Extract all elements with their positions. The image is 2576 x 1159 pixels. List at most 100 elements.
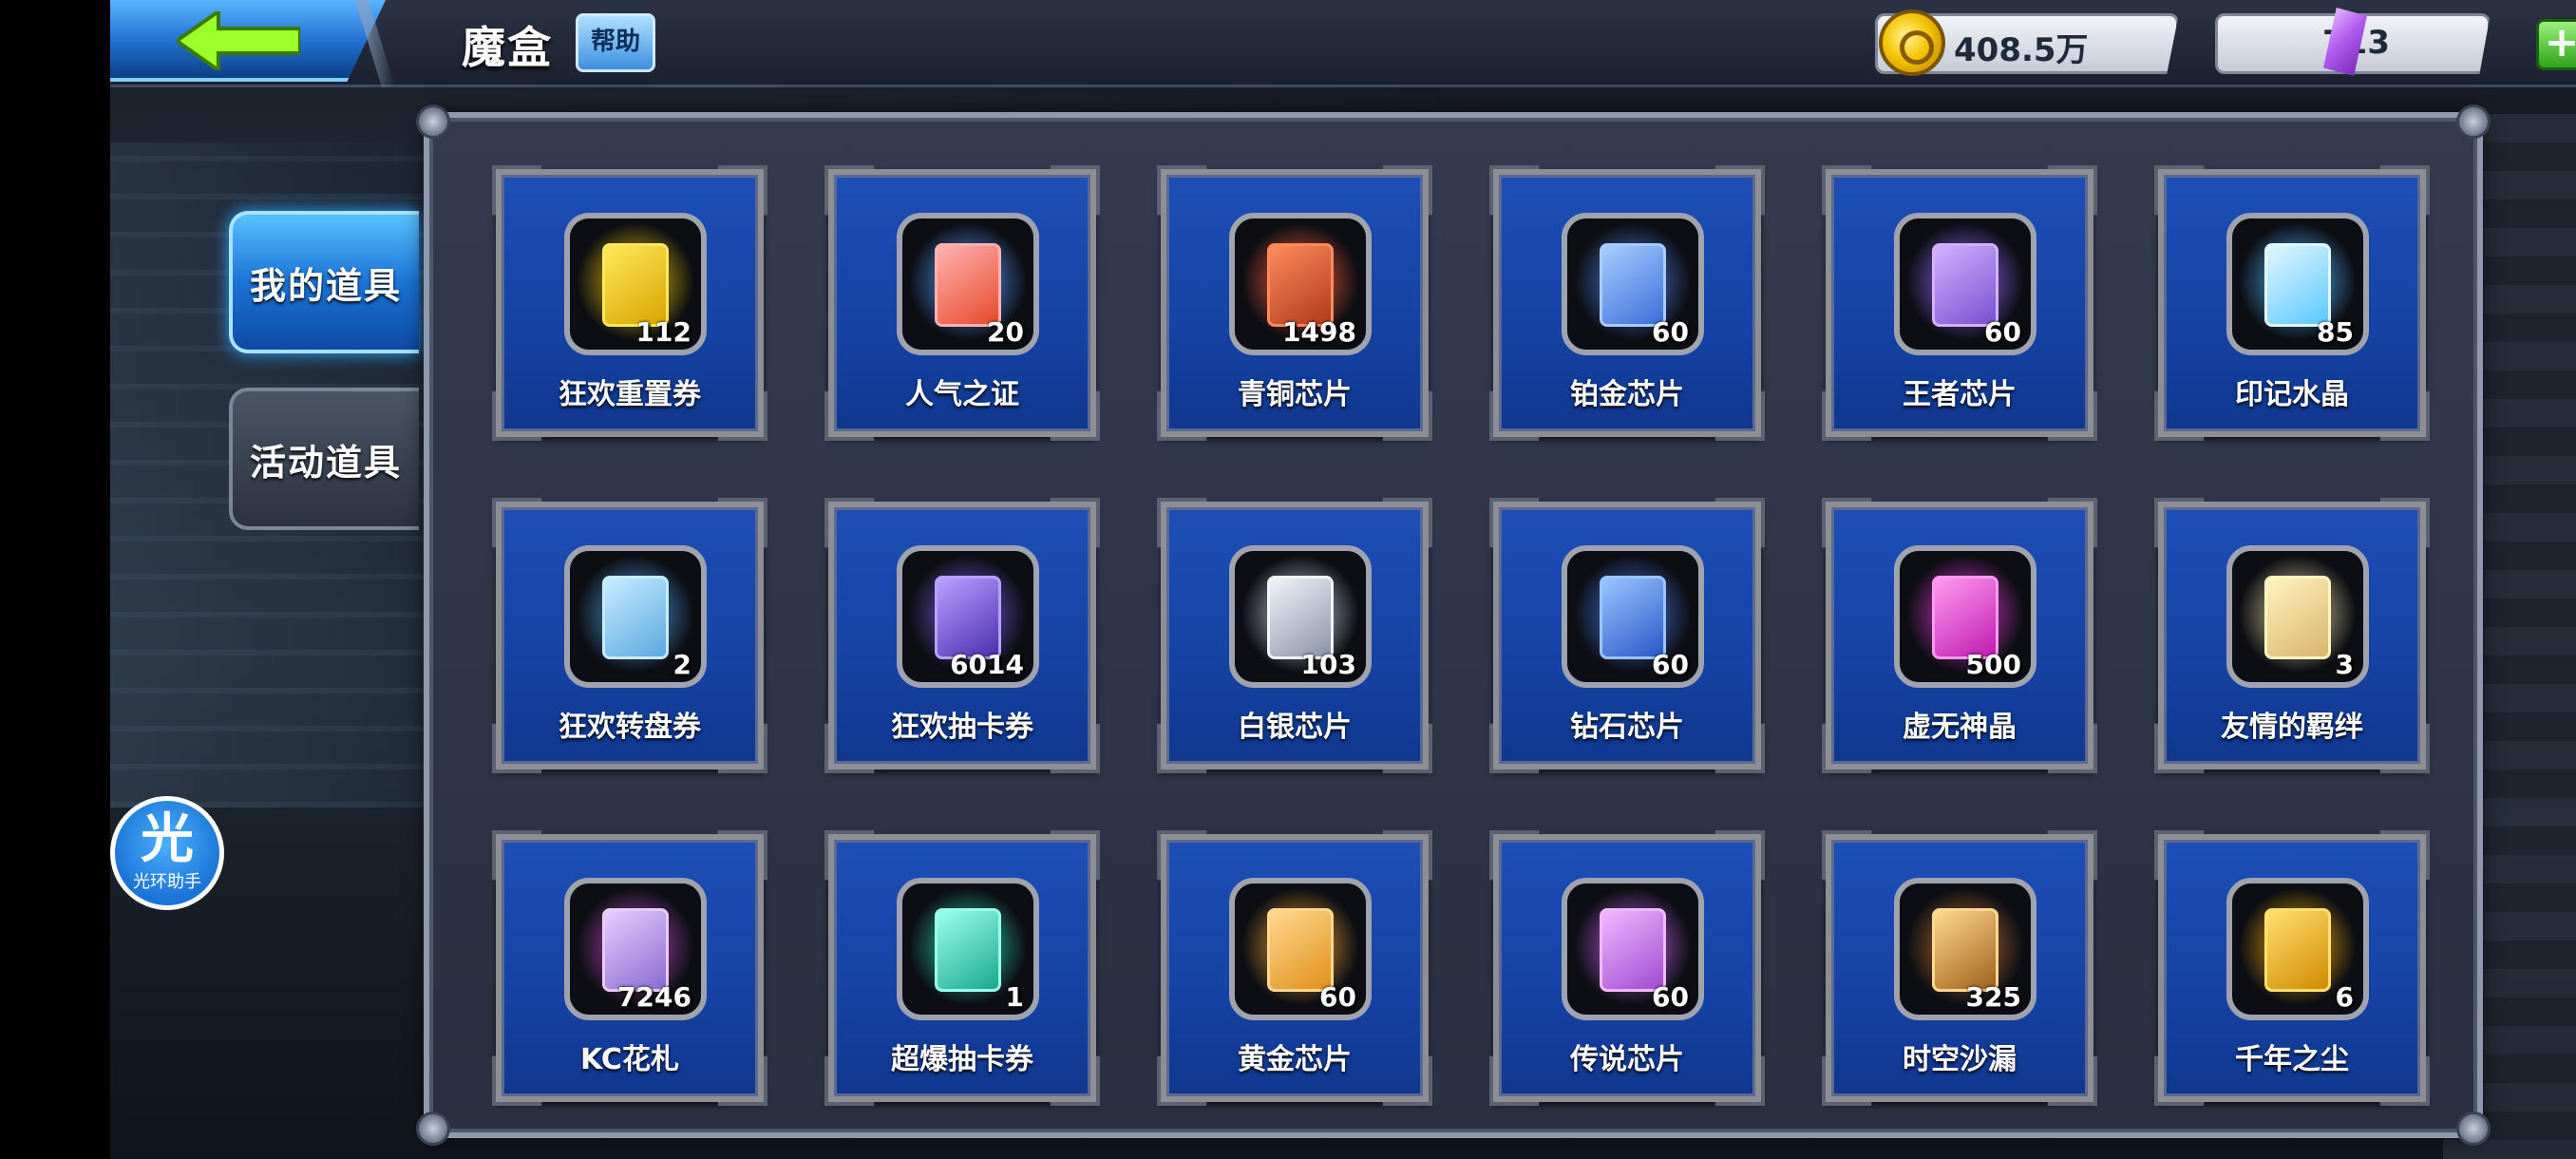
back-button[interactable] — [110, 0, 386, 82]
assistant-label: 光环助手 — [133, 872, 201, 892]
popularity-card-icon — [935, 243, 1001, 327]
diamond-chip-icon — [1600, 576, 1666, 659]
item-icon-frame: 60 — [1562, 545, 1704, 688]
item-count: 3 — [2335, 649, 2354, 680]
item-count: 103 — [1300, 649, 1356, 680]
gem-add-button[interactable]: + — [2536, 19, 2576, 70]
item-name: 王者芯片 — [1903, 378, 2017, 411]
item-count: 20 — [987, 316, 1024, 348]
item-count: 60 — [1652, 981, 1689, 1013]
item-name: 钻石芯片 — [1570, 711, 1684, 744]
item-icon-frame: 20 — [897, 213, 1039, 355]
item-count: 6 — [2335, 981, 2354, 1013]
top-bar: 魔盒 帮助 408.5万 + 713 + — [110, 0, 2576, 87]
item-name: 友情的羁绊 — [2221, 711, 2363, 744]
tab-my-items[interactable]: 我的道具 — [229, 211, 419, 353]
millennium-dust-icon — [2264, 908, 2331, 992]
item-card[interactable]: 60 钻石芯片 — [1493, 502, 1761, 770]
item-name: 传说芯片 — [1570, 1043, 1684, 1076]
item-card[interactable]: 500 虚无神晶 — [1826, 502, 2093, 770]
wheel-ticket-icon — [602, 576, 669, 659]
item-count: 60 — [1984, 316, 2021, 348]
item-icon-frame: 103 — [1229, 545, 1372, 688]
item-icon-frame: 1498 — [1229, 213, 1372, 355]
item-name: 超爆抽卡券 — [891, 1043, 1033, 1076]
item-card[interactable]: 20 人气之证 — [828, 169, 1096, 437]
item-name: 狂欢抽卡券 — [891, 711, 1033, 744]
item-card[interactable]: 3 友情的羁绊 — [2158, 502, 2426, 770]
item-card[interactable]: 1 超爆抽卡券 — [828, 834, 1096, 1102]
item-name: 虚无神晶 — [1903, 711, 2017, 744]
item-icon-frame: 325 — [1894, 878, 2036, 1020]
gold-coin-icon — [1879, 10, 1945, 76]
page-title: 魔盒 — [462, 22, 553, 73]
item-name: 千年之尘 — [2235, 1043, 2349, 1076]
item-name: 狂欢重置券 — [559, 378, 701, 411]
item-count: 500 — [1965, 649, 2021, 680]
item-name: 铂金芯片 — [1570, 378, 1684, 411]
item-icon-frame: 60 — [1562, 878, 1704, 1020]
super-draw-ticket-icon — [935, 908, 1001, 992]
game-viewport: 魔盒 帮助 408.5万 + 713 + 我的道具 活动道具 112 狂欢重置券 2… — [110, 0, 2576, 1159]
kc-card-icon — [602, 908, 669, 992]
tab-event-items[interactable]: 活动道具 — [229, 388, 419, 530]
item-grid: 112 狂欢重置券 20 人气之证 1498 青铜芯片 60 铂金芯片 60 王者芯片 85 印记水晶… — [429, 118, 2477, 1132]
item-icon-frame: 7246 — [564, 878, 707, 1020]
item-card[interactable]: 112 狂欢重置券 — [496, 169, 764, 437]
item-name: KC花札 — [580, 1043, 679, 1076]
item-icon-frame: 60 — [1562, 213, 1704, 355]
item-card[interactable]: 103 白银芯片 — [1161, 502, 1429, 770]
item-card[interactable]: 6 千年之尘 — [2158, 834, 2426, 1102]
assistant-floating-button[interactable]: 光 光环助手 — [110, 796, 224, 910]
item-name: 白银芯片 — [1238, 711, 1352, 744]
hourglass-icon — [1932, 908, 1998, 992]
legend-chip-icon — [1600, 908, 1666, 992]
item-card[interactable]: 60 王者芯片 — [1826, 169, 2093, 437]
item-name: 狂欢转盘券 — [559, 711, 701, 744]
void-crystal-icon — [1932, 576, 1998, 659]
friendship-bond-icon — [2264, 576, 2331, 659]
item-card[interactable]: 6014 狂欢抽卡券 — [828, 502, 1096, 770]
platinum-chip-icon — [1600, 243, 1666, 327]
item-count: 7246 — [617, 981, 691, 1013]
gold-chip-icon — [1267, 908, 1334, 992]
item-card[interactable]: 60 铂金芯片 — [1493, 169, 1761, 437]
item-card[interactable]: 2 狂欢转盘券 — [496, 502, 764, 770]
item-count: 60 — [1652, 649, 1689, 680]
item-count: 85 — [2317, 316, 2354, 348]
item-count: 60 — [1652, 316, 1689, 348]
item-card[interactable]: 7246 KC花札 — [496, 834, 764, 1102]
item-count: 2 — [672, 649, 691, 680]
items-panel: 112 狂欢重置券 20 人气之证 1498 青铜芯片 60 铂金芯片 60 王者芯片 85 印记水晶… — [416, 104, 2491, 1146]
item-card[interactable]: 325 时空沙漏 — [1826, 834, 2093, 1102]
item-count: 1 — [1005, 981, 1024, 1013]
item-icon-frame: 60 — [1229, 878, 1372, 1020]
item-card[interactable]: 60 黄金芯片 — [1161, 834, 1429, 1102]
item-icon-frame: 6014 — [897, 545, 1039, 688]
screen: 魔盒 帮助 408.5万 + 713 + 我的道具 活动道具 112 狂欢重置券 2… — [0, 0, 2576, 1159]
item-count: 325 — [1965, 981, 2021, 1013]
item-icon-frame: 3 — [2226, 545, 2369, 688]
bronze-chip-icon — [1267, 243, 1334, 327]
item-icon-frame: 112 — [564, 213, 707, 355]
silver-chip-icon — [1267, 576, 1334, 659]
gold-value: 408.5万 — [1954, 31, 2089, 69]
item-count: 6014 — [950, 649, 1024, 680]
item-card[interactable]: 60 传说芯片 — [1493, 834, 1761, 1102]
item-count: 1498 — [1282, 316, 1356, 348]
item-card[interactable]: 1498 青铜芯片 — [1161, 169, 1429, 437]
item-count: 60 — [1319, 981, 1356, 1013]
back-arrow-icon — [177, 11, 300, 70]
item-icon-frame: 500 — [1894, 545, 2036, 688]
item-name: 人气之证 — [905, 378, 1019, 411]
item-icon-frame: 2 — [564, 545, 707, 688]
item-name: 时空沙漏 — [1903, 1043, 2017, 1076]
king-chip-icon — [1932, 243, 1998, 327]
assistant-glyph: 光 — [141, 808, 194, 870]
item-name: 印记水晶 — [2235, 378, 2349, 411]
help-button[interactable]: 帮助 — [576, 13, 655, 72]
draw-ticket-icon — [935, 576, 1001, 659]
item-count: 112 — [635, 316, 691, 348]
item-card[interactable]: 85 印记水晶 — [2158, 169, 2426, 437]
item-icon-frame: 1 — [897, 878, 1039, 1020]
